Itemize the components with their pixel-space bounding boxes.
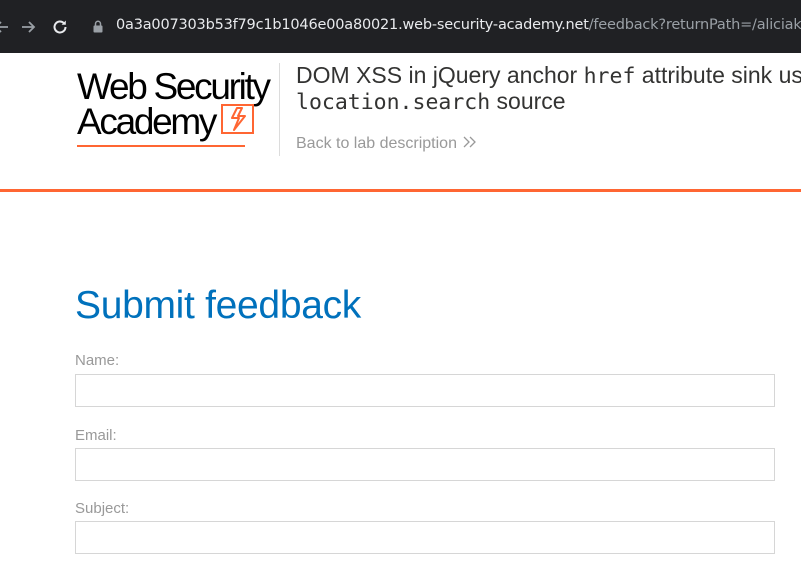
browser-toolbar: 0a3a007303b53f79c1b1046e00a80021.web-sec… [0, 0, 801, 53]
back-link-label: Back to lab description [296, 135, 457, 152]
lightning-bolt-icon [221, 104, 254, 134]
reload-icon[interactable] [48, 15, 72, 39]
lab-title-text: source [490, 88, 566, 114]
lab-title: DOM XSS in jQuery anchor href attribute … [296, 63, 801, 115]
logo-line1: Web Security [77, 66, 271, 107]
lab-title-code: href [583, 64, 636, 89]
name-field[interactable] [75, 374, 775, 407]
subject-field[interactable] [75, 521, 775, 554]
logo-underline [77, 145, 245, 147]
page-title: Submit feedback [75, 284, 362, 327]
email-field[interactable] [75, 448, 775, 481]
name-label: Name: [75, 352, 120, 369]
lab-header: Web Security Academy DOM XSS in jQuery a… [0, 53, 801, 192]
header-divider [279, 63, 280, 156]
back-arrow-icon[interactable] [0, 15, 14, 39]
address-bar[interactable]: 0a3a007303b53f79c1b1046e00a80021.web-sec… [116, 17, 801, 33]
web-security-academy-logo[interactable]: Web Security Academy [77, 68, 277, 148]
back-to-lab-description-link[interactable]: Back to lab description [296, 135, 477, 153]
subject-label: Subject: [75, 500, 130, 517]
double-chevron-right-icon [463, 135, 477, 153]
lock-icon[interactable] [93, 20, 103, 38]
url-domain: 0a3a007303b53f79c1b1046e00a80021.web-sec… [116, 17, 589, 33]
lab-title-text: DOM XSS in jQuery anchor [296, 62, 584, 88]
email-label: Email: [75, 427, 117, 444]
lab-title-text: attribute sink using [641, 62, 801, 88]
lab-title-code: location.search [296, 90, 491, 115]
forward-arrow-icon[interactable] [16, 15, 40, 39]
url-path: /feedback?returnPath=/aliciakeys [588, 17, 801, 33]
logo-line2: Academy [77, 101, 217, 142]
